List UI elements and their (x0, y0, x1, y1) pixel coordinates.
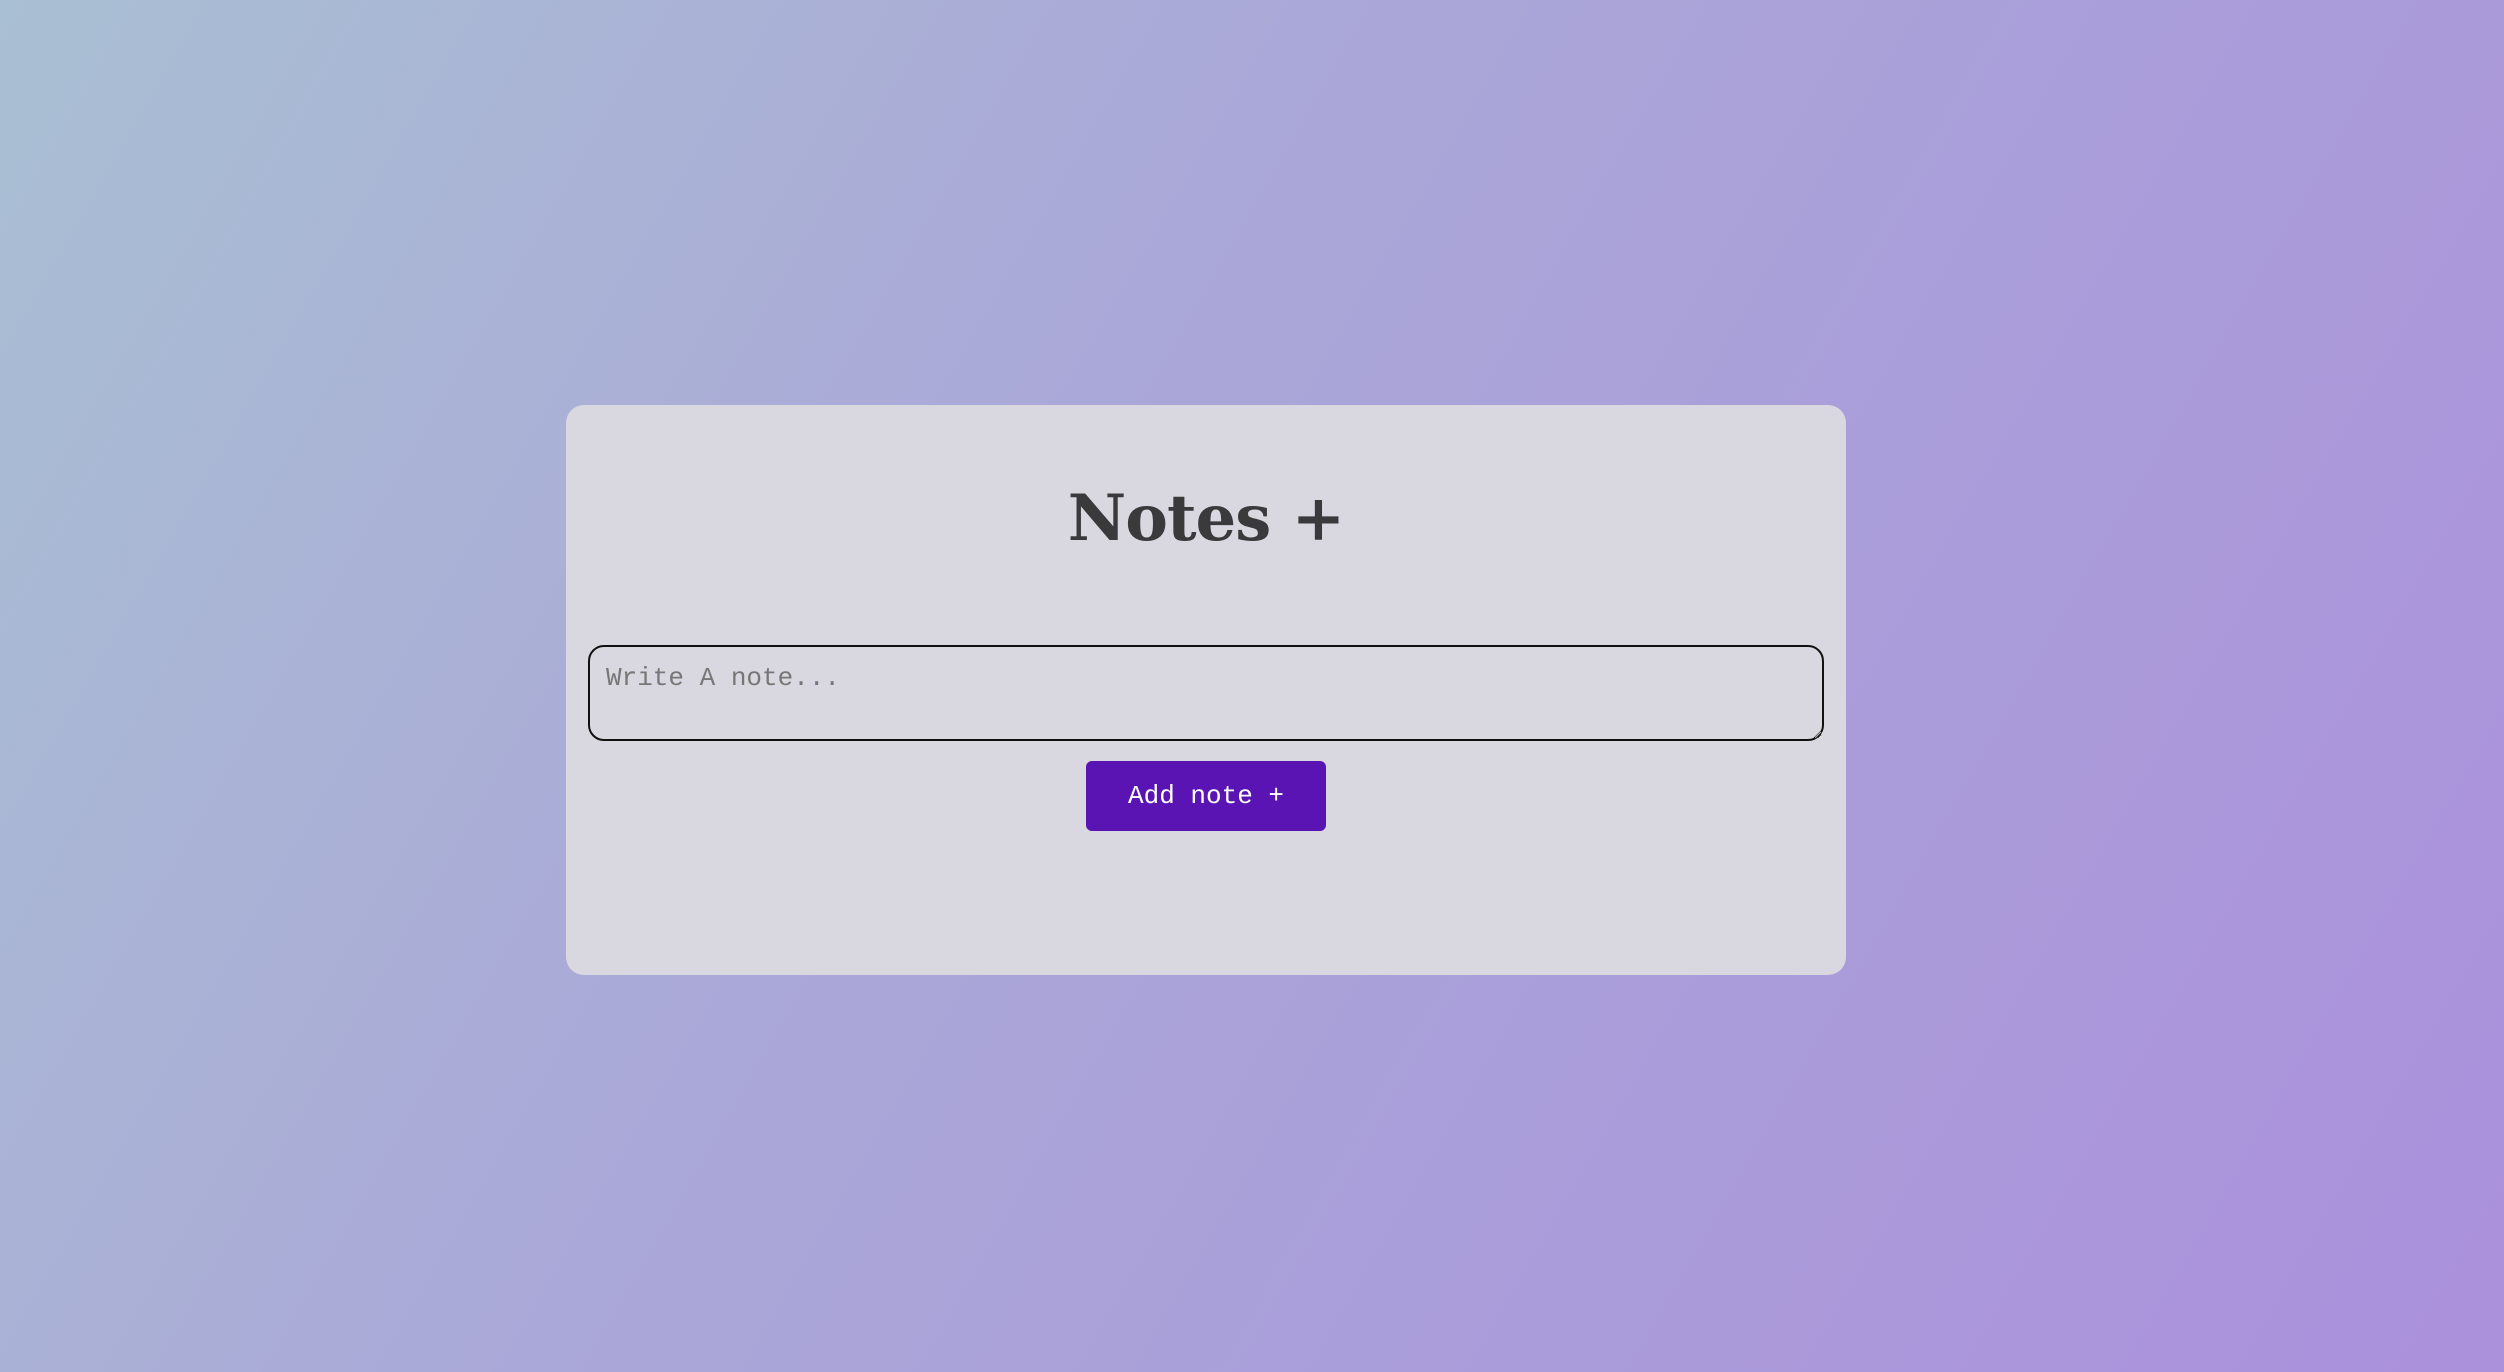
notes-card: Notes + Add note + (566, 405, 1846, 975)
note-input[interactable] (588, 645, 1824, 741)
add-note-button[interactable]: Add note + (1086, 761, 1326, 831)
page-title: Notes + (1067, 481, 1345, 556)
